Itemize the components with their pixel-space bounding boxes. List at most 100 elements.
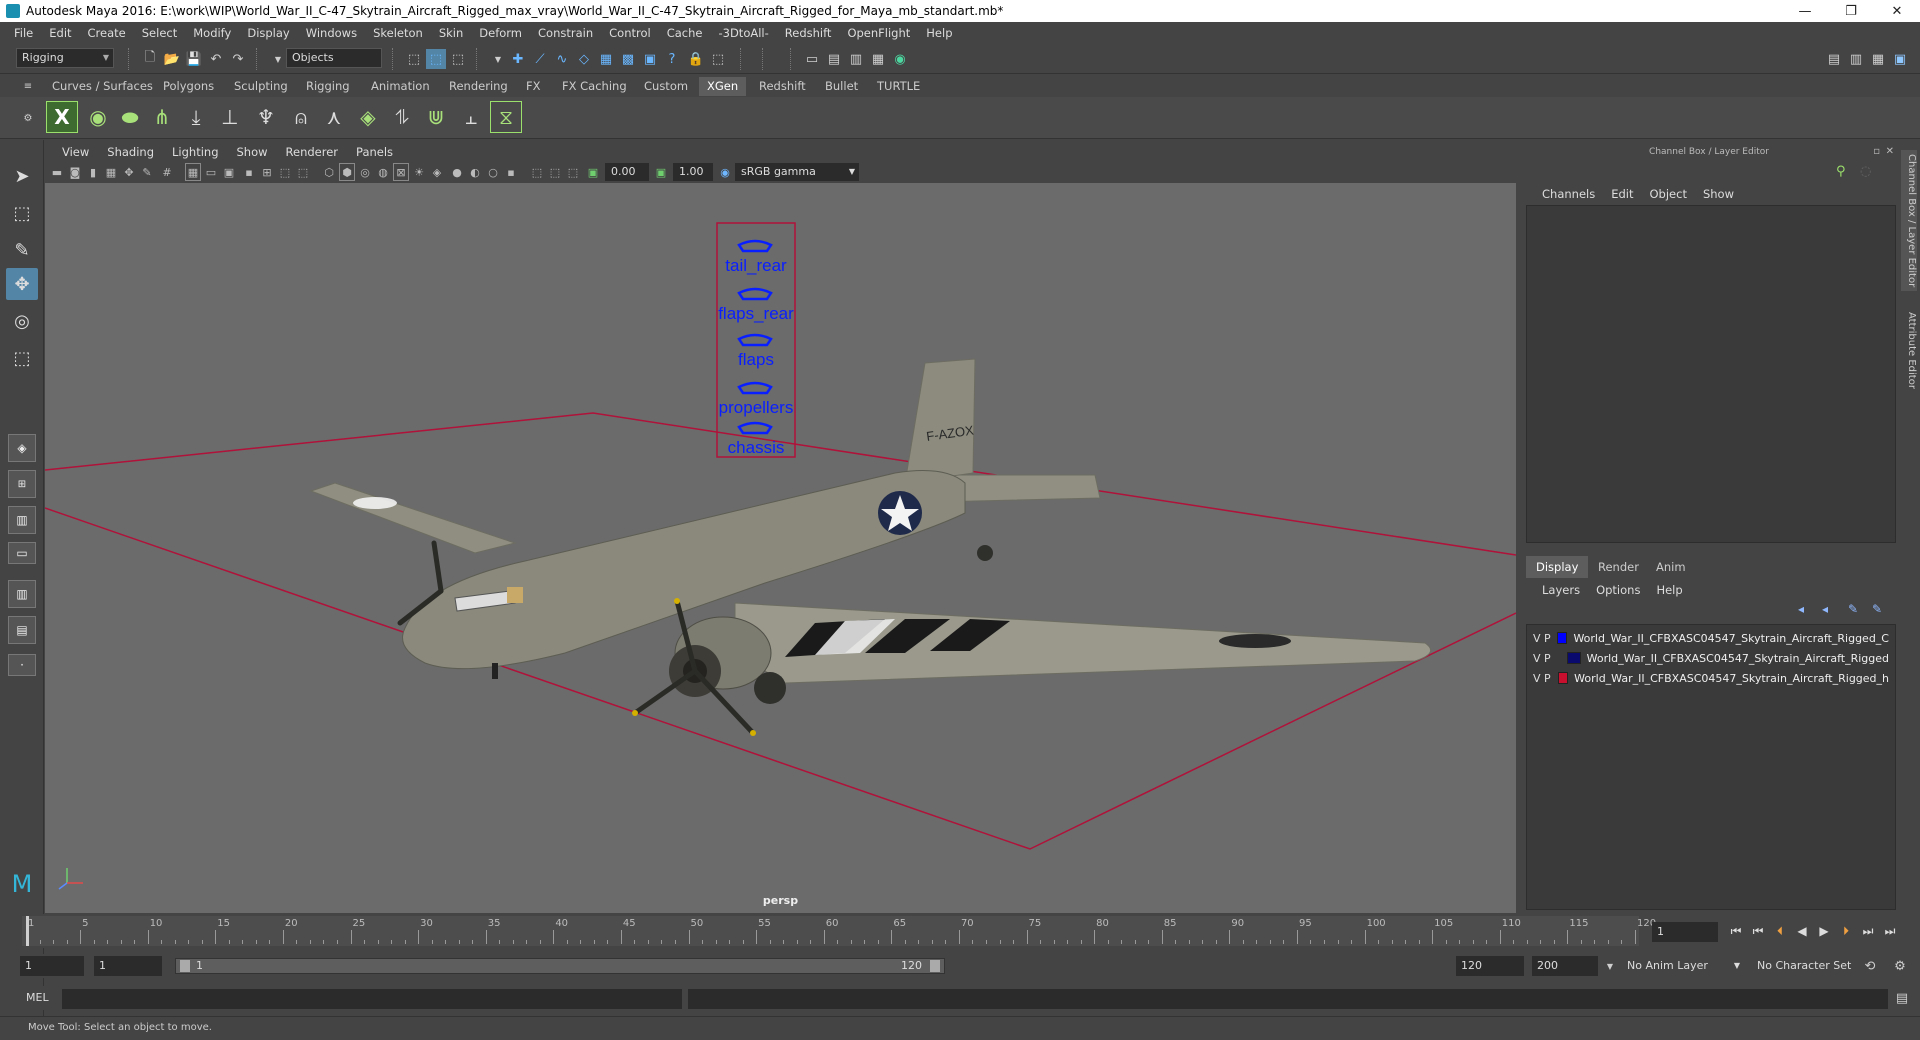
resolution-gate-icon[interactable]: ▣ [221,163,237,181]
grease-pencil-icon[interactable]: ✎ [139,163,155,181]
tool-settings-toggle-icon[interactable]: ▦ [1868,49,1888,69]
panel-menu-show[interactable]: Show [228,145,277,159]
modeling-toolkit-icon[interactable]: ▤ [1824,49,1844,69]
select-dynamic-icon[interactable]: ▩ [618,49,638,69]
xgen-bend-guide-icon[interactable]: ⋏ [318,101,350,133]
playback-start-field[interactable]: 1 [94,956,162,976]
layer-visibility-toggle[interactable]: V P [1533,632,1553,645]
play-forwards-icon[interactable]: ▶ [1814,921,1834,941]
menu-windows[interactable]: Windows [298,26,365,40]
menu-edit[interactable]: Edit [41,26,79,40]
menu-file[interactable]: File [6,26,41,40]
time-ruler[interactable]: 1 5 10 15 20 25 30 35 40 45 50 55 60 65 70 75 80 85 90 95 10… [22,916,1656,946]
bookmarks-icon[interactable]: ▮ [85,163,101,181]
four-view-layout-icon[interactable]: ⊞ [8,470,36,498]
xgen-guide-mesh-icon[interactable]: ◈ [352,101,384,133]
xgen-cut-icon[interactable]: ⫠ [455,101,487,133]
layer-menu-help[interactable]: Help [1648,583,1690,597]
shelf-tab-rigging[interactable]: Rigging [298,77,358,96]
select-handle-icon[interactable]: ✚ [508,49,528,69]
menu-cache[interactable]: Cache [659,26,711,40]
panel-menu-renderer[interactable]: Renderer [277,145,348,159]
persp-uv-layout-icon[interactable]: ▤ [8,616,36,644]
command-language-toggle[interactable]: MEL [26,989,49,1007]
render-view-icon[interactable]: ▭ [802,49,822,69]
xgen-sculpt-guide-icon[interactable]: ♆ [250,101,282,133]
open-scene-icon[interactable]: 📂 [162,49,182,69]
exposure-icon[interactable]: ▣ [585,163,601,181]
step-forward-frame-icon[interactable]: ⏵ [1836,921,1856,941]
menu-modify[interactable]: Modify [185,26,239,40]
chevron-down-icon[interactable]: ▼ [1600,956,1620,976]
channel-box-toggle-icon[interactable]: ▣ [1890,49,1910,69]
step-back-frame-icon[interactable]: ⏴ [1770,921,1790,941]
menu-select[interactable]: Select [134,26,185,40]
layer-color-swatch[interactable] [1566,652,1581,664]
rotate-tool-icon[interactable]: ◎ [6,305,38,337]
current-time-indicator[interactable] [26,916,29,946]
start-time-field[interactable]: 1 [20,956,84,976]
chevron-down-icon[interactable]: ▼ [488,49,508,69]
menu-create[interactable]: Create [80,26,134,40]
layer-tab-render[interactable]: Render [1588,556,1649,578]
rig-control-flaps[interactable]: flaps [738,350,774,369]
shelf-tab-fx[interactable]: FX [518,77,549,96]
highlight-selection-icon[interactable]: ⬚ [708,49,728,69]
shelf-tab-rendering[interactable]: Rendering [441,77,516,96]
x-ray-components-icon[interactable]: ⬚ [565,163,581,181]
minimize-button[interactable]: — [1782,0,1828,22]
attribute-editor-toggle-icon[interactable]: ▥ [1846,49,1866,69]
shelf-tab-custom[interactable]: Custom [636,77,696,96]
select-by-hierarchy-icon[interactable]: ⬚ [404,49,424,69]
play-backwards-icon[interactable]: ◀ [1792,921,1812,941]
shelf-tab-redshift[interactable]: Redshift [751,77,814,96]
shelf-tab-bullet[interactable]: Bullet [817,77,866,96]
channel-box-menu-edit[interactable]: Edit [1603,187,1641,201]
xgen-lock-guide-icon[interactable]: ⍝ [285,101,317,133]
layer-color-swatch[interactable] [1557,632,1568,644]
save-scene-icon[interactable]: 💾 [184,49,204,69]
shelf-menu-icon[interactable]: ≡ [18,76,38,96]
smooth-shading-icon[interactable]: ⬢ [339,163,355,181]
range-end-handle[interactable] [930,960,940,972]
c47-aircraft-model[interactable]: F-AZOX [309,358,1432,736]
lasso-tool-icon[interactable]: ⬚ [6,197,38,229]
perspective-viewport[interactable]: tail_rear flaps_rear flaps propellers ch… [45,183,1516,913]
rig-control-icon[interactable] [737,239,773,253]
film-gate-icon[interactable]: ▭ [203,163,219,181]
gamma-field[interactable]: 1.00 [673,163,713,181]
x-ray-icon[interactable]: ⬚ [529,163,545,181]
persp-hypershade-layout-icon[interactable]: ▥ [8,580,36,608]
display-layer-row[interactable]: V P World_War_II_CFBXASC04547_Skytrain_A… [1533,629,1889,647]
menu-skeleton[interactable]: Skeleton [365,26,431,40]
rig-control-flaps-rear[interactable]: flaps_rear [718,304,794,323]
multisample-aa-icon[interactable]: ◐ [467,163,483,181]
render-settings-icon[interactable]: ▦ [868,49,888,69]
layer-visibility-toggle[interactable]: V P [1533,672,1554,685]
chevron-down-icon[interactable]: ▼ [268,49,288,69]
new-scene-icon[interactable]: 🗋 [140,49,160,69]
close-button[interactable]: ✕ [1874,0,1920,22]
select-joint-icon[interactable]: ⟋ [530,49,550,69]
select-misc-icon[interactable]: ? [662,49,682,69]
menu-redshift[interactable]: Redshift [777,26,840,40]
xgen-create-description-icon[interactable]: ⬬ [114,101,146,133]
image-plane-icon[interactable]: ▦ [103,163,119,181]
new-layer-icon[interactable]: ✎ [1848,602,1858,616]
shelf-options-icon[interactable]: ⚙ [18,108,38,128]
display-layer-row[interactable]: V P World_War_II_CFBXASC04547_Skytrain_A… [1533,649,1889,667]
menu-3dtoall[interactable]: -3DtoAll- [710,26,776,40]
shelf-tab-sculpting[interactable]: Sculpting [226,77,296,96]
select-rendering-icon[interactable]: ▣ [640,49,660,69]
scale-tool-icon[interactable]: ⬚ [6,342,38,374]
persp-outliner-layout-icon[interactable]: ▥ [8,506,36,534]
undo-icon[interactable]: ↶ [206,49,226,69]
xgen-place-guide-icon[interactable]: ⤓ [180,101,212,133]
layer-tab-anim[interactable]: Anim [1646,556,1696,578]
auto-key-icon[interactable]: ⟲ [1860,956,1880,976]
menu-constrain[interactable]: Constrain [530,26,601,40]
single-perspective-layout-icon[interactable]: ◈ [8,434,36,462]
panel-menu-view[interactable]: View [53,145,98,159]
paint-select-tool-icon[interactable]: ✎ [6,234,38,266]
step-forward-key-icon[interactable]: ⏭ [1858,921,1878,941]
